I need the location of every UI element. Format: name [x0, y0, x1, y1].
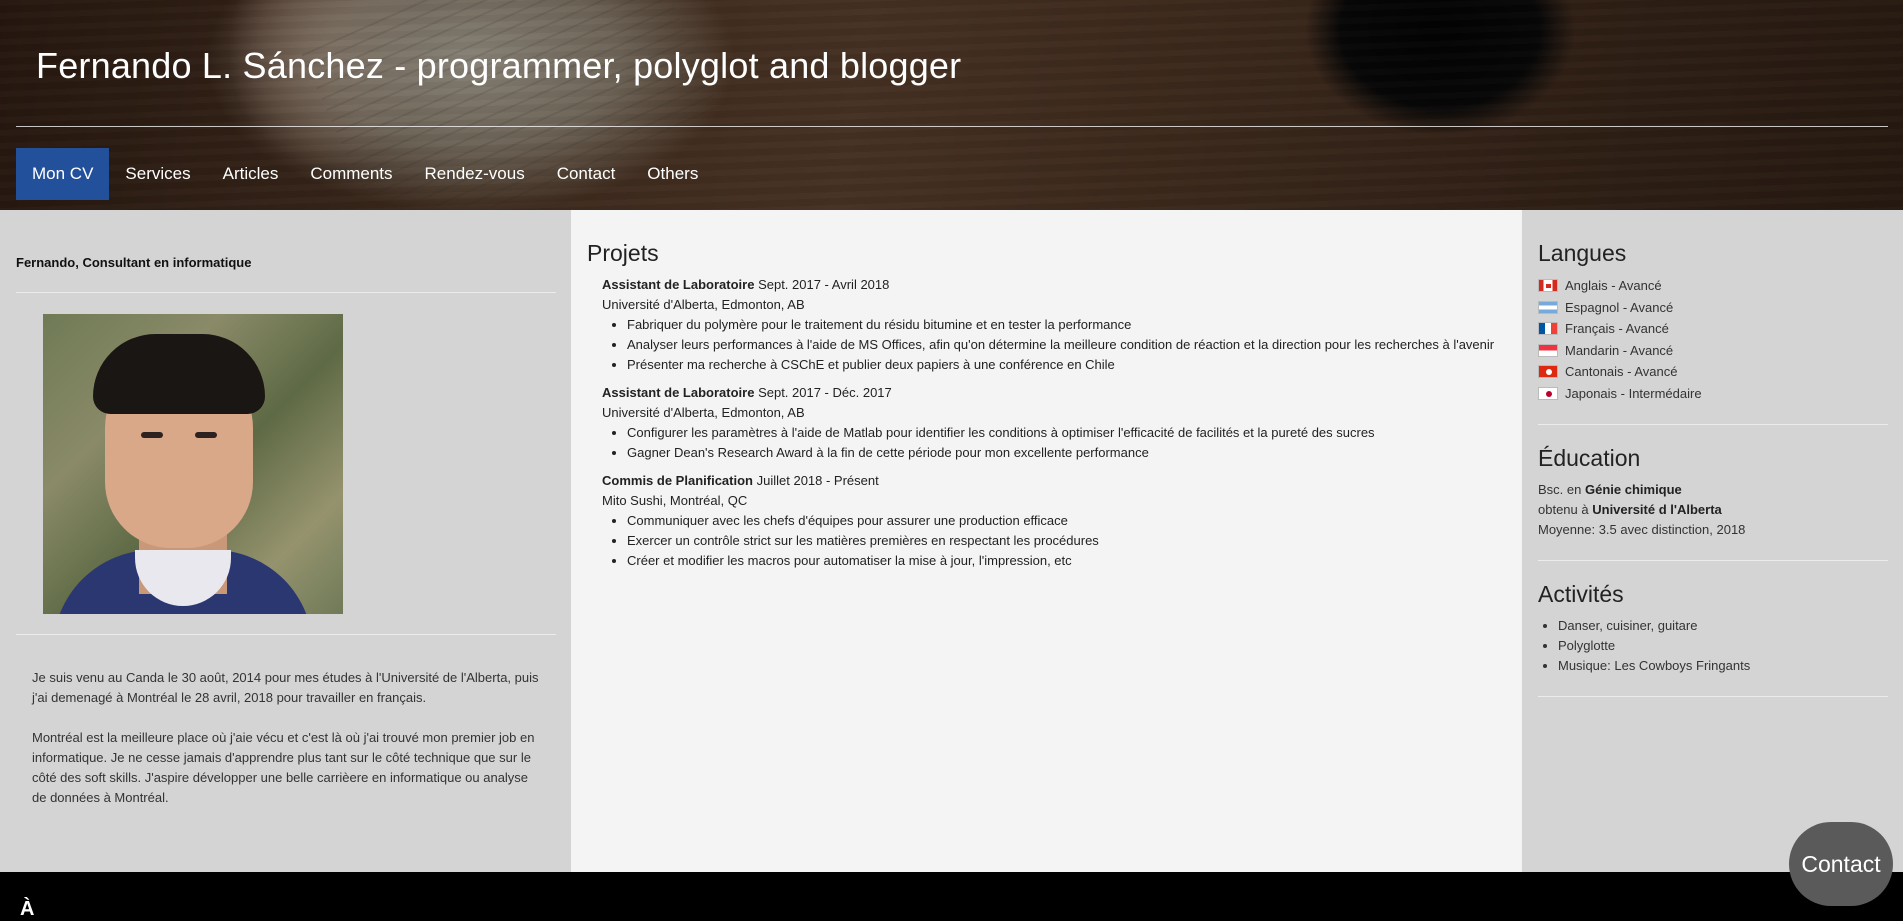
projects-column: Projets Assistant de Laboratoire Sept. 2…: [571, 210, 1522, 872]
photo-eye: [141, 432, 163, 438]
activities-list: Danser, cuisiner, guitare Polyglotte Mus…: [1538, 616, 1888, 676]
divider: [1538, 696, 1888, 697]
school-prefix: obtenu à: [1538, 502, 1589, 517]
site-title[interactable]: Fernando L. Sánchez - programmer, polygl…: [36, 45, 961, 87]
footer-bar: [0, 872, 1903, 916]
sidebar-column: Langues Anglais - Avancé Espagnol - Avan…: [1522, 210, 1903, 872]
divider: [1538, 424, 1888, 425]
job-bullets: Fabriquer du polymère pour le traitement…: [602, 315, 1507, 375]
job-bullet: Communiquer avec les chefs d'équipes pou…: [627, 511, 1507, 531]
job-entry: Commis de Planification Juillet 2018 - P…: [602, 471, 1507, 571]
job-bullet: Créer et modifier les macros pour automa…: [627, 551, 1507, 571]
language-label: Espagnol - Avancé: [1565, 299, 1674, 315]
degree-prefix: Bsc. en: [1538, 482, 1582, 497]
activity-item: Danser, cuisiner, guitare: [1558, 616, 1888, 636]
job-place: Université d'Alberta, Edmonton, AB: [602, 405, 805, 420]
bio-text: Je suis venu au Canda le 30 août, 2014 p…: [32, 668, 542, 828]
job-place: Université d'Alberta, Edmonton, AB: [602, 297, 805, 312]
nav-item-articles[interactable]: Articles: [207, 148, 295, 200]
job-place: Mito Sushi, Montréal, QC: [602, 493, 748, 508]
nav-item-others[interactable]: Others: [631, 148, 714, 200]
divider: [1538, 560, 1888, 561]
education-details: Bsc. en Génie chimique obtenu à Universi…: [1538, 480, 1888, 540]
activity-item: Musique: Les Cowboys Fringants: [1558, 656, 1888, 676]
languages-title: Langues: [1538, 240, 1627, 266]
divider: [16, 634, 556, 635]
education-title: Éducation: [1538, 445, 1641, 471]
argentina-flag-icon: [1538, 300, 1558, 314]
header-divider: [16, 126, 1888, 127]
profile-heading: Fernando, Consultant en informatique: [16, 255, 252, 270]
projects-title: Projets: [587, 240, 659, 266]
job-role: Assistant de Laboratoire: [602, 277, 755, 292]
canada-flag-icon: [1538, 279, 1558, 293]
job-dates: Sept. 2017 - Déc. 2017: [758, 385, 892, 400]
job-bullet: Exercer un contrôle strict sur les matiè…: [627, 531, 1507, 551]
language-item: Cantonais - Avancé: [1538, 361, 1888, 383]
language-item: Mandarin - Avancé: [1538, 340, 1888, 362]
language-label: Français - Avancé: [1565, 321, 1669, 336]
hong-kong-flag-icon: [1538, 365, 1558, 379]
nav-item-contact[interactable]: Contact: [541, 148, 632, 200]
language-item: Espagnol - Avancé: [1538, 297, 1888, 319]
header-banner: Fernando L. Sánchez - programmer, polygl…: [0, 0, 1903, 210]
language-label: Mandarin - Avancé: [1565, 342, 1674, 358]
activities-title: Activités: [1538, 581, 1624, 607]
job-entry: Assistant de Laboratoire Sept. 2017 - Av…: [602, 275, 1507, 375]
job-entry: Assistant de Laboratoire Sept. 2017 - Dé…: [602, 383, 1507, 463]
job-role: Assistant de Laboratoire: [602, 385, 755, 400]
job-dates: Sept. 2017 - Avril 2018: [758, 277, 890, 292]
bio-paragraph: Je suis venu au Canda le 30 août, 2014 p…: [32, 670, 539, 705]
singapore-flag-icon: [1538, 343, 1558, 357]
job-bullet: Configurer les paramètres à l'aide de Ma…: [627, 423, 1507, 443]
gpa-text: Moyenne: 3.5 avec distinction, 2018: [1538, 522, 1746, 537]
photo-eye: [195, 432, 217, 438]
job-bullets: Communiquer avec les chefs d'équipes pou…: [602, 511, 1507, 571]
profile-column: Fernando, Consultant en informatique Je …: [0, 210, 571, 872]
bio-paragraph: Montréal est la meilleure place où j'aie…: [32, 730, 535, 805]
nav-item-comments[interactable]: Comments: [294, 148, 408, 200]
activity-item: Polyglotte: [1558, 636, 1888, 656]
floating-contact-button[interactable]: Contact: [1789, 822, 1893, 906]
language-label: Japonais - Intermédaire: [1565, 385, 1702, 401]
profile-photo: [43, 314, 343, 614]
photo-hair: [93, 334, 265, 414]
nav-item-mon-cv[interactable]: Mon CV: [16, 148, 110, 200]
job-bullets: Configurer les paramètres à l'aide de Ma…: [602, 423, 1507, 463]
job-bullet: Analyser leurs performances à l'aide de …: [627, 335, 1507, 355]
footer-partial-text: À: [20, 898, 35, 920]
school-name: Université d l'Alberta: [1592, 502, 1722, 517]
language-item: Anglais - Avancé: [1538, 275, 1888, 297]
job-role: Commis de Planification: [602, 473, 753, 488]
language-label: Cantonais - Avancé: [1565, 364, 1678, 379]
job-bullet: Présenter ma recherche à CSChE et publie…: [627, 355, 1507, 375]
divider: [16, 292, 556, 293]
job-dates: Juillet 2018 - Présent: [756, 473, 879, 488]
france-flag-icon: [1538, 322, 1558, 336]
nav-item-rendez-vous[interactable]: Rendez-vous: [409, 148, 541, 200]
language-item: Japonais - Intermédaire: [1538, 383, 1888, 405]
job-bullet: Gagner Dean's Research Award à la fin de…: [627, 443, 1507, 463]
japan-flag-icon: [1538, 386, 1558, 400]
job-bullet: Fabriquer du polymère pour le traitement…: [627, 315, 1507, 335]
main-nav: Mon CV Services Articles Comments Rendez…: [16, 148, 714, 200]
language-label: Anglais - Avancé: [1565, 278, 1662, 293]
degree-name: Génie chimique: [1584, 482, 1682, 497]
language-item: Français - Avancé: [1538, 318, 1888, 340]
nav-item-services[interactable]: Services: [109, 148, 206, 200]
